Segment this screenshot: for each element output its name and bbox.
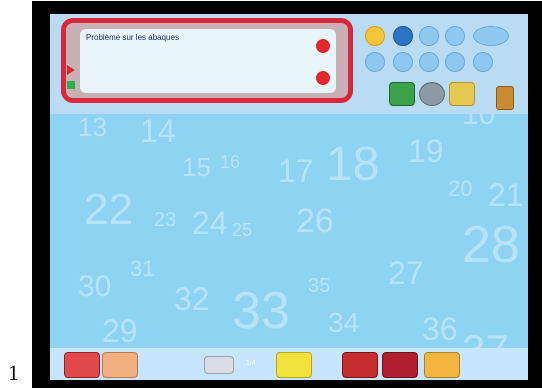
number-123-icon[interactable] <box>419 26 439 46</box>
bg-number: 32 <box>174 281 210 317</box>
bg-number: 35 <box>308 275 330 297</box>
bg-number: 29 <box>102 313 138 349</box>
green-square-icon[interactable] <box>67 81 75 89</box>
bg-number: 17 <box>278 153 314 189</box>
shapes-icon[interactable] <box>445 52 465 72</box>
play-icon[interactable] <box>67 65 75 75</box>
ruler-icon[interactable] <box>473 26 509 46</box>
bg-number: 34 <box>328 307 359 338</box>
secondary-tools <box>383 82 503 108</box>
sparkle-icon[interactable] <box>473 52 493 72</box>
bottom-toolbar: 1/4 <box>50 348 528 380</box>
bg-number: 25 <box>232 220 252 240</box>
toolbar-area: Problème sur les abaques <box>50 14 528 114</box>
problem-title: Problème sur les abaques <box>86 33 179 42</box>
scroll-down-icon[interactable] <box>316 71 330 85</box>
notes-icon[interactable] <box>424 352 460 378</box>
problem-panel: Problème sur les abaques <box>61 18 353 103</box>
document-icon[interactable] <box>496 86 514 110</box>
page-number: 1 <box>8 360 19 385</box>
bg-number: 24 <box>192 205 228 241</box>
flower-icon[interactable] <box>365 52 385 72</box>
bg-number: 20 <box>448 176 472 201</box>
bg-number: 31 <box>130 256 154 281</box>
bg-number: 13 <box>78 112 107 142</box>
bg-number: 21 <box>488 177 524 213</box>
print-icon[interactable] <box>102 352 138 378</box>
bg-number: 19 <box>408 133 444 169</box>
grid-icon[interactable] <box>393 52 413 72</box>
bg-number: 18 <box>326 138 379 191</box>
next-arrow-icon[interactable] <box>276 352 312 378</box>
problem-text-area[interactable]: Problème sur les abaques <box>80 29 336 93</box>
bg-number: 27 <box>388 255 424 291</box>
bg-number: 16 <box>220 152 240 172</box>
sun-icon[interactable] <box>365 26 385 46</box>
bg-number: 28 <box>462 216 520 274</box>
tool-palette <box>359 22 526 72</box>
previous-arrow-icon[interactable] <box>204 356 234 374</box>
bg-number: 30 <box>78 270 111 303</box>
bg-number: 36 <box>422 311 458 347</box>
ruler-drawing-icon[interactable] <box>389 82 415 106</box>
bg-number: 14 <box>140 113 176 149</box>
pencils-icon[interactable] <box>449 82 475 106</box>
gears-icon[interactable] <box>419 82 445 106</box>
bg-number: 33 <box>232 282 290 340</box>
puzzle-icon[interactable] <box>64 352 100 378</box>
app-screen: 13 14 15 16 17 18 19 10 20 21 22 23 24 2… <box>50 14 528 380</box>
abacus-icon[interactable] <box>393 26 413 46</box>
bg-number: 23 <box>154 209 176 231</box>
calendar-icon[interactable] <box>445 26 465 46</box>
dots-icon[interactable] <box>419 52 439 72</box>
bg-number: 15 <box>182 152 211 182</box>
bg-number: 22 <box>84 185 133 234</box>
bg-number: 26 <box>296 202 334 240</box>
edit-icon[interactable] <box>382 352 418 378</box>
page-indicator: 1/4 <box>246 360 256 367</box>
scroll-up-icon[interactable] <box>316 39 330 53</box>
eraser-icon[interactable] <box>342 352 378 378</box>
